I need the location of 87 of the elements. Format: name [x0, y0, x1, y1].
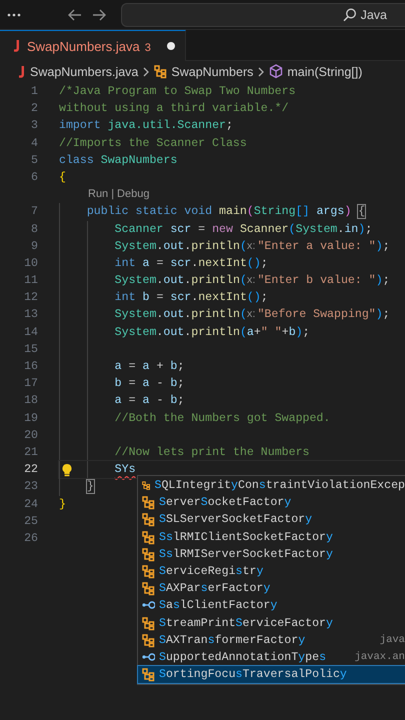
line-number: 8: [30, 222, 38, 238]
class-icon: [154, 64, 168, 79]
line-number: 19: [23, 410, 38, 427]
line-number: 16: [23, 359, 38, 375]
suggestion-item[interactable]: SAXTransformerFactory java: [138, 632, 405, 649]
code-line: {: [59, 170, 66, 184]
java-file-icon: [17, 64, 26, 78]
code-line: a = a - b;: [114, 394, 184, 408]
line-number: 24: [23, 496, 38, 512]
suggestion-item[interactable]: SAXParserFactory: [138, 580, 405, 598]
class-icon: [142, 667, 155, 682]
line-number: 12: [23, 290, 38, 306]
code-line: System.out.println(x: "Enter a value: ");: [114, 240, 390, 253]
class-icon: [142, 581, 155, 596]
class-icon: [142, 632, 155, 648]
line-number: 14: [23, 324, 38, 341]
suggestion-item[interactable]: SaslClientFactory: [138, 597, 405, 614]
suggestion-item[interactable]: ServerSocketFactory: [138, 494, 405, 512]
class-icon: [142, 530, 155, 545]
class-icon: [142, 546, 155, 562]
line-number: 11: [23, 273, 38, 290]
java-file-icon: [12, 39, 21, 53]
chevron-icon: [257, 66, 266, 78]
suggestion-item[interactable]: Ss lRMIClientSocketFactory: [138, 528, 405, 546]
suggestion-item[interactable]: SQLIntegrityConstraintViolationExcep: [138, 477, 405, 494]
class-icon: [142, 495, 155, 510]
search-icon: [342, 8, 356, 22]
line-number: 22: [23, 462, 38, 478]
breadcrumb-item[interactable]: SwapNumbers.java: [30, 64, 138, 78]
code-line: b = a - b;: [114, 377, 184, 390]
code-line: class SwapNumbers: [59, 154, 178, 167]
line-number: 1: [30, 84, 38, 100]
search-box[interactable]: Java: [121, 2, 405, 26]
forward-arrow-icon[interactable]: [91, 8, 107, 22]
breadcrumb-item[interactable]: SwapNumbers: [171, 64, 254, 78]
line-number: 2: [30, 101, 38, 118]
code-lens-link[interactable]: Run: [88, 186, 108, 204]
line-number: 9: [30, 238, 38, 255]
code-line: int a = scr.nextInt();: [114, 256, 268, 270]
editor-tab[interactable]: SwapNumbers.java 3: [0, 30, 186, 61]
breadcrumb-item[interactable]: main(String[]): [287, 64, 362, 78]
back-arrow-icon[interactable]: [67, 8, 83, 22]
line-number: 21: [23, 444, 38, 461]
line-number: 26: [23, 530, 38, 547]
lightbulb-icon[interactable]: [61, 463, 73, 478]
line-number: 5: [30, 152, 38, 169]
code-line: }: [59, 498, 66, 510]
suggestion-item[interactable]: SortingFocusTraversalPolicy: [138, 666, 405, 684]
line-number: 15: [23, 342, 38, 358]
code-line: without using a third variable.*/: [59, 102, 289, 116]
code-line: public static void main(String[] args) {: [86, 205, 366, 218]
line-number: 17: [23, 376, 38, 392]
code-line: }: [86, 480, 94, 494]
line-number: 7: [30, 204, 38, 220]
line-number: 6: [30, 170, 38, 186]
code-line: System.out.println(x: "Before Swapping");: [114, 308, 390, 322]
suggestion-item[interactable]: SupportedAnnotationTypes javax.an: [138, 648, 405, 666]
suggestion-item[interactable]: StreamPrintServiceFactory: [138, 614, 405, 632]
code-line: SYs: [114, 463, 136, 476]
line-number: 23: [23, 479, 38, 496]
class-icon: [142, 512, 155, 528]
suggestion-item[interactable]: ServiceRegistry: [138, 562, 405, 580]
code-line: //Imports the Scanner Class: [59, 136, 247, 150]
code-line: int b = scr.nextInt();: [114, 291, 268, 304]
line-number: 20: [23, 428, 38, 444]
cube-icon: [269, 64, 284, 79]
line-number: 4: [30, 136, 38, 152]
line-number: 18: [23, 393, 38, 410]
suggestion-item[interactable]: Ss lRMIServerSocketFactory: [138, 546, 405, 563]
code-line: System.out.println(a+" "+b);: [114, 326, 310, 339]
class-icon: [142, 616, 155, 631]
chevron-icon: [142, 66, 150, 78]
line-number: 3: [30, 118, 38, 134]
code-line: import java.util.Scanner;: [59, 119, 233, 132]
line-number: 13: [23, 307, 38, 324]
code-line: //Both the Numbers got Swapped.: [114, 412, 330, 425]
suggestion-item[interactable]: SSLServerSocketFactory: [138, 511, 405, 529]
line-number: 10: [23, 256, 38, 272]
code-lens-link[interactable]: Debug: [117, 186, 150, 204]
line-number: 25: [23, 514, 38, 530]
code-line: /*Java Program to Swap Two Numbers: [59, 85, 296, 98]
code-line: a = a + b;: [114, 360, 184, 373]
code-line: Scanner scr = new Scanner(System.in);: [114, 222, 372, 236]
separator: |: [111, 187, 114, 202]
class-icon: [142, 564, 155, 580]
code-line: //Now lets print the Numbers: [114, 446, 310, 459]
code-line: System.out.println(x: "Enter b value: ");: [114, 274, 390, 288]
